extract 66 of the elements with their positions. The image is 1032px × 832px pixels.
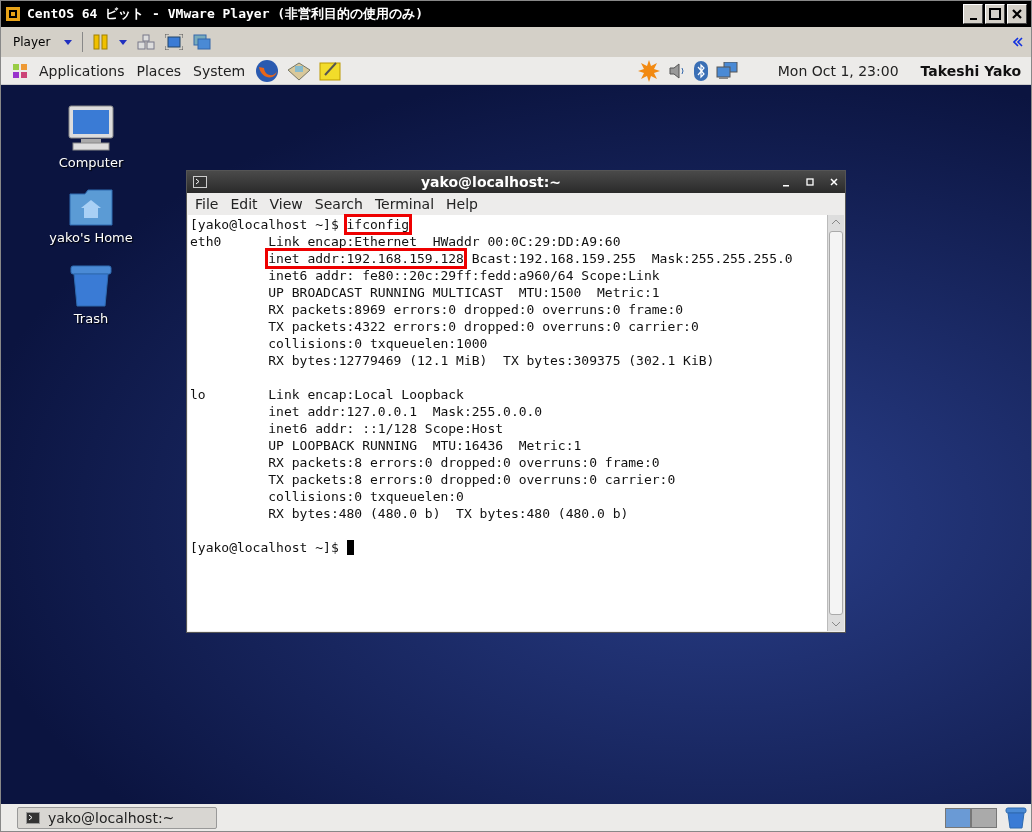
app-logo-icon: [5, 6, 21, 22]
terminal-icon: [26, 811, 40, 824]
terminal-text: collisions:0 txqueuelen:1000: [267, 336, 488, 351]
clock[interactable]: Mon Oct 1, 23:00: [777, 62, 899, 79]
workspace-switcher[interactable]: [971, 807, 997, 828]
dropdown-caret-icon[interactable]: [119, 39, 128, 45]
dropdown-caret-icon: [64, 39, 73, 45]
highlighted-text: inet addr:192.168.159.128: [268, 251, 464, 266]
menu-item[interactable]: File: [191, 196, 223, 212]
terminal-text: RX bytes:12779469 (12.1 MiB) TX bytes:309375 (302.1 KiB): [267, 353, 715, 368]
scrollbar-thumb[interactable]: [829, 231, 843, 615]
computer-icon[interactable]: [67, 105, 115, 151]
menu-item[interactable]: Search: [310, 196, 367, 212]
user-name[interactable]: Takeshi Yako: [920, 62, 1021, 79]
windows-icon[interactable]: [193, 34, 212, 50]
panel-menu[interactable]: Applications: [37, 62, 127, 79]
bluetooth-icon[interactable]: [693, 60, 708, 81]
home-folder-icon[interactable]: [69, 188, 113, 226]
terminal-text: inet6 addr: ::1/128 Scope:Host: [267, 421, 504, 436]
terminal-text: RX packets:8 errors:0 dropped:0 overruns:0 frame:0: [267, 455, 660, 470]
menu-item[interactable]: Terminal: [370, 196, 439, 212]
maximize-icon: [989, 8, 1001, 20]
panel-menu[interactable]: Places: [134, 62, 184, 79]
minimize-button[interactable]: [963, 4, 983, 24]
menu-item[interactable]: Help: [442, 196, 482, 212]
panel-menu[interactable]: System: [191, 62, 248, 79]
menu-item[interactable]: View: [265, 196, 307, 212]
close-icon: [1011, 8, 1023, 20]
terminal-text: Bcast:192.168.159.255 Mask:255.255.255.0: [471, 251, 793, 266]
player-menu[interactable]: Player: [9, 35, 55, 49]
terminal-text: collisions:0 txqueuelen:0: [267, 489, 464, 504]
menu-item[interactable]: Edit: [226, 196, 262, 212]
desktop-icon-label[interactable]: Trash: [73, 311, 109, 326]
terminal-text: inet6 addr: fe80::20c:29ff:fedd:a960/64 Scope:Link: [267, 268, 660, 283]
terminal-text: TX packets:4322 errors:0 dropped:0 overruns:0 carrier:0: [267, 319, 699, 334]
fullscreen-icon[interactable]: [165, 34, 184, 50]
terminal-icon: [193, 176, 207, 188]
maximize-icon[interactable]: [805, 177, 815, 187]
trash-icon[interactable]: [70, 263, 112, 307]
terminal-text: lo Link encap:Local Loopback: [190, 387, 464, 402]
terminal-text: UP BROADCAST RUNNING MULTICAST MTU:1500 Metric:1: [267, 285, 660, 300]
terminal-text: eth0 Link encap:Ethernet HWaddr 00:0C:29:DD:A9:60: [190, 234, 621, 249]
network-icon[interactable]: [715, 61, 738, 80]
terminal-text: RX bytes:480 (480.0 b) TX bytes:480 (480.0 b): [267, 506, 629, 521]
notepad-icon[interactable]: [319, 59, 342, 82]
terminal-prompt: [yako@localhost ~]$: [190, 217, 339, 232]
taskbar-item[interactable]: yako@localhost:~: [17, 806, 217, 829]
speaker-icon[interactable]: [667, 61, 686, 80]
terminal-text: RX packets:8969 errors:0 dropped:0 overruns:0 frame:0: [267, 302, 684, 317]
workspace-switcher[interactable]: [945, 807, 971, 828]
trash-icon[interactable]: [1005, 806, 1027, 829]
minimize-icon: [969, 18, 977, 20]
collapse-icon[interactable]: [1013, 37, 1023, 47]
highlighted-command: ifconfig: [346, 217, 410, 232]
terminal-text: UP LOOPBACK RUNNING MTU:16436 Metric:1: [267, 438, 582, 453]
terminal-text: TX packets:8 errors:0 dropped:0 overruns:0 carrier:0: [267, 472, 676, 487]
window-title: yako@localhost:~: [420, 174, 562, 190]
window-title: CentOS 64 ビット - VMware Player (非営利目的の使用のみ): [27, 5, 423, 23]
close-button[interactable]: [1007, 4, 1027, 24]
maximize-button[interactable]: [985, 4, 1005, 24]
terminal-prompt: [yako@localhost ~]$: [190, 540, 339, 555]
desktop-icon-label[interactable]: yako's Home: [49, 230, 133, 245]
scrollbar[interactable]: [827, 215, 844, 631]
terminal-text: inet addr:127.0.0.1 Mask:255.0.0.0: [267, 404, 543, 419]
close-icon[interactable]: [829, 177, 839, 187]
desktop-icon-label[interactable]: Computer: [58, 155, 124, 170]
